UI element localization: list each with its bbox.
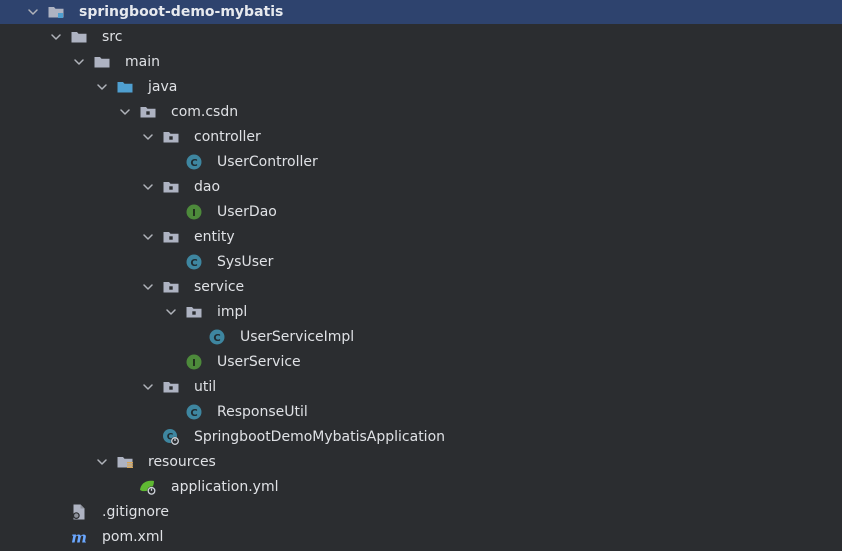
chevron-down-icon[interactable] <box>73 56 85 68</box>
tree-item-label: main <box>125 54 160 70</box>
chevron-down-icon[interactable] <box>142 381 154 393</box>
chevron-down-icon[interactable] <box>142 231 154 243</box>
folder-icon <box>70 28 88 46</box>
class-icon: C <box>208 328 226 346</box>
chevron-down-icon[interactable] <box>142 131 154 143</box>
folder-icon <box>93 53 111 71</box>
tree-item-label: .gitignore <box>102 504 169 520</box>
interface-icon: I <box>185 203 203 221</box>
tree-row-java[interactable]: java <box>0 75 842 99</box>
chevron-down-icon[interactable] <box>165 306 177 318</box>
svg-text:C: C <box>213 333 220 344</box>
tree-row-com-csdn[interactable]: com.csdn <box>0 100 842 124</box>
svg-text:I: I <box>192 358 196 369</box>
tree-item-label: impl <box>217 304 248 320</box>
tree-item-label: controller <box>194 129 261 145</box>
tree-item-label: UserController <box>217 154 318 170</box>
tree-row-service[interactable]: service <box>0 275 842 299</box>
tree-item-label: UserService <box>217 354 301 370</box>
tree-item-label: entity <box>194 229 235 245</box>
tree-item-label: UserServiceImpl <box>240 329 355 345</box>
tree-item-label: UserDao <box>217 204 277 220</box>
chevron-down-icon[interactable] <box>96 456 108 468</box>
tree-row-impl[interactable]: impl <box>0 300 842 324</box>
module-folder-icon <box>47 3 65 21</box>
tree-row-user-service-impl[interactable]: C UserServiceImpl <box>0 325 842 349</box>
tree-row-main[interactable]: main <box>0 50 842 74</box>
tree-item-label: application.yml <box>171 479 279 495</box>
tree-item-label: src <box>102 29 123 45</box>
tree-row-controller[interactable]: controller <box>0 125 842 149</box>
project-tree: springboot-demo-mybatis src main java com.cs… <box>0 0 842 551</box>
tree-row-entity[interactable]: entity <box>0 225 842 249</box>
tree-item-label: SpringbootDemoMybatisApplication <box>194 429 446 445</box>
class-icon: C <box>185 253 203 271</box>
tree-row-src[interactable]: src <box>0 25 842 49</box>
chevron-down-icon[interactable] <box>142 281 154 293</box>
package-icon <box>185 303 203 321</box>
tree-item-label: util <box>194 379 217 395</box>
svg-text:C: C <box>190 158 197 169</box>
spring-boot-class-icon: C <box>162 428 180 446</box>
package-icon <box>162 128 180 146</box>
svg-text:I: I <box>192 208 196 219</box>
source-root-icon <box>116 78 134 96</box>
chevron-down-icon[interactable] <box>50 31 62 43</box>
package-icon <box>162 178 180 196</box>
tree-item-label: ResponseUtil <box>217 404 308 420</box>
chevron-down-icon[interactable] <box>27 6 39 18</box>
tree-row-springboot-demo-mybatis-application[interactable]: C SpringbootDemoMybatisApplication <box>0 425 842 449</box>
tree-row-resources[interactable]: resources <box>0 450 842 474</box>
tree-item-label: dao <box>194 179 221 195</box>
tree-row-dao[interactable]: dao <box>0 175 842 199</box>
tree-row-pom-xml[interactable]: m pom.xml <box>0 525 842 549</box>
chevron-down-icon[interactable] <box>119 106 131 118</box>
svg-text:m: m <box>71 529 87 547</box>
tree-item-label: resources <box>148 454 216 470</box>
package-icon <box>162 278 180 296</box>
class-icon: C <box>185 403 203 421</box>
tree-row-user-controller[interactable]: C UserController <box>0 150 842 174</box>
maven-pom-icon: m <box>70 528 88 547</box>
tree-item-label: com.csdn <box>171 104 239 120</box>
spring-config-icon <box>139 478 157 496</box>
tree-item-label: SysUser <box>217 254 274 270</box>
tree-row-root[interactable]: springboot-demo-mybatis <box>0 0 842 24</box>
tree-row-user-service[interactable]: I UserService <box>0 350 842 374</box>
package-icon <box>162 378 180 396</box>
tree-item-label: java <box>148 79 178 95</box>
tree-row-util[interactable]: util <box>0 375 842 399</box>
tree-row-gitignore[interactable]: .gitignore <box>0 500 842 524</box>
package-icon <box>139 103 157 121</box>
class-icon: C <box>185 153 203 171</box>
resources-folder-icon <box>116 453 134 471</box>
tree-row-application-yml[interactable]: application.yml <box>0 475 842 499</box>
chevron-down-icon[interactable] <box>96 81 108 93</box>
tree-row-user-dao[interactable]: I UserDao <box>0 200 842 224</box>
svg-text:C: C <box>190 258 197 269</box>
package-icon <box>162 228 180 246</box>
tree-row-response-util[interactable]: C ResponseUtil <box>0 400 842 424</box>
interface-icon: I <box>185 353 203 371</box>
gitignore-file-icon <box>70 503 88 521</box>
tree-item-label: springboot-demo-mybatis <box>79 4 284 20</box>
svg-text:C: C <box>190 408 197 419</box>
tree-item-label: pom.xml <box>102 529 164 545</box>
tree-item-label: service <box>194 279 245 295</box>
tree-row-sys-user[interactable]: C SysUser <box>0 250 842 274</box>
chevron-down-icon[interactable] <box>142 181 154 193</box>
